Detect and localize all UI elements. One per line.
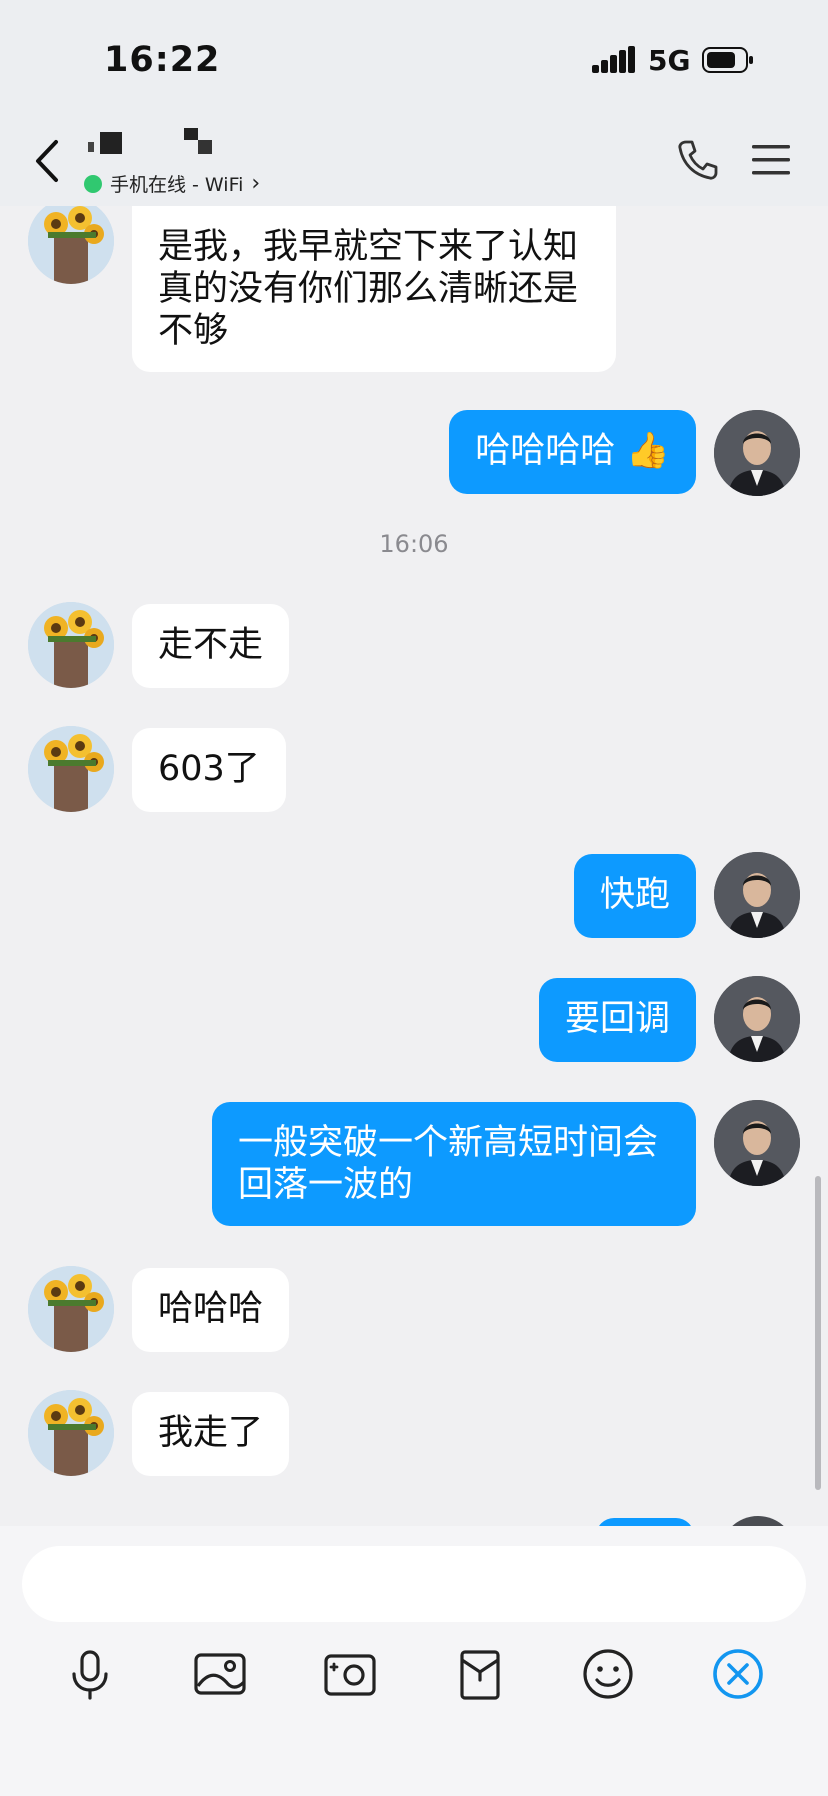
- contact-name-redacted: [88, 128, 212, 154]
- network-type: 5G: [648, 44, 691, 77]
- contact-avatar[interactable]: [28, 602, 114, 688]
- sunflower-avatar-icon: [28, 1266, 114, 1352]
- status-time: 16:22: [104, 40, 221, 80]
- my-avatar[interactable]: [714, 852, 800, 938]
- menu-icon[interactable]: [750, 142, 792, 178]
- message-bubble-incoming[interactable]: 是我，我早就空下来了认知真的没有你们那么清晰还是不够: [132, 206, 616, 372]
- contact-avatar[interactable]: [28, 1266, 114, 1352]
- message-bubble-incoming[interactable]: 603了: [132, 728, 286, 812]
- sunflower-avatar-icon: [28, 602, 114, 688]
- battery-icon: [702, 47, 753, 73]
- presence-chevron: ›: [251, 171, 261, 196]
- phone-icon[interactable]: [676, 138, 720, 182]
- contact-avatar[interactable]: [28, 1390, 114, 1476]
- microphone-icon[interactable]: [60, 1644, 120, 1704]
- presence-status[interactable]: 手机在线 - WiFi ›: [84, 170, 260, 197]
- contact-avatar[interactable]: [28, 726, 114, 812]
- image-icon[interactable]: [190, 1644, 250, 1704]
- message-text: 一般突破一个新高短时间会回落一波的: [238, 1123, 659, 1205]
- online-dot: [84, 174, 102, 193]
- close-circle-icon[interactable]: [708, 1644, 768, 1704]
- my-avatar[interactable]: [714, 410, 800, 496]
- message-bubble-outgoing[interactable]: 要回调: [538, 978, 696, 1062]
- message-bubble-incoming[interactable]: 我走了: [132, 1392, 290, 1476]
- message-bubble-outgoing[interactable]: 哈哈哈哈 👍: [449, 410, 696, 494]
- input-panel: [0, 1526, 828, 1796]
- signal-icon: [592, 46, 635, 73]
- message-text: 走不走: [158, 625, 264, 665]
- message-text: 快跑: [599, 875, 670, 915]
- my-avatar[interactable]: [714, 976, 800, 1062]
- message-bubble-incoming[interactable]: 走不走: [132, 604, 290, 688]
- sunflower-avatar-icon: [28, 206, 114, 284]
- portrait-avatar-icon: [714, 976, 800, 1062]
- message-text: 要回调: [564, 999, 670, 1039]
- message-bubble-outgoing[interactable]: 一般突破一个新高短时间会回落一波的: [212, 1102, 696, 1226]
- message-bubble-incoming[interactable]: 哈哈哈: [132, 1268, 290, 1352]
- presence-text: 手机在线 - WiFi: [110, 174, 244, 196]
- red-packet-icon[interactable]: [450, 1644, 510, 1704]
- back-arrow-icon[interactable]: [30, 138, 64, 184]
- message-text: 我走了: [158, 1413, 264, 1453]
- chat-scrollbar[interactable]: [815, 1176, 821, 1490]
- emoji-icon[interactable]: [578, 1644, 638, 1704]
- portrait-avatar-icon: [714, 852, 800, 938]
- sunflower-avatar-icon: [28, 1390, 114, 1476]
- top-bar: 16:22 5G 手机在线 - WiFi ›: [0, 0, 828, 206]
- contact-avatar[interactable]: [28, 206, 114, 284]
- my-avatar-partial[interactable]: [720, 1516, 796, 1526]
- timestamp: 16:06: [379, 530, 449, 558]
- portrait-avatar-icon: [714, 1100, 800, 1186]
- sunflower-avatar-icon: [28, 726, 114, 812]
- message-input[interactable]: [22, 1546, 806, 1622]
- portrait-avatar-icon: [714, 410, 800, 496]
- message-bubble-outgoing[interactable]: 快跑: [573, 854, 696, 938]
- message-text: 603了: [158, 749, 260, 789]
- message-text: 哈哈哈哈 👍: [475, 431, 670, 471]
- message-bubble-outgoing-partial[interactable]: [596, 1518, 694, 1526]
- chat-area[interactable]: 是我，我早就空下来了认知真的没有你们那么清晰还是不够 哈哈哈哈 👍 16:06 …: [0, 206, 828, 1526]
- camera-icon[interactable]: [320, 1644, 380, 1704]
- my-avatar[interactable]: [714, 1100, 800, 1186]
- message-text: 是我，我早就空下来了认知真的没有你们那么清晰还是不够: [158, 227, 579, 351]
- message-text: 哈哈哈: [158, 1289, 264, 1329]
